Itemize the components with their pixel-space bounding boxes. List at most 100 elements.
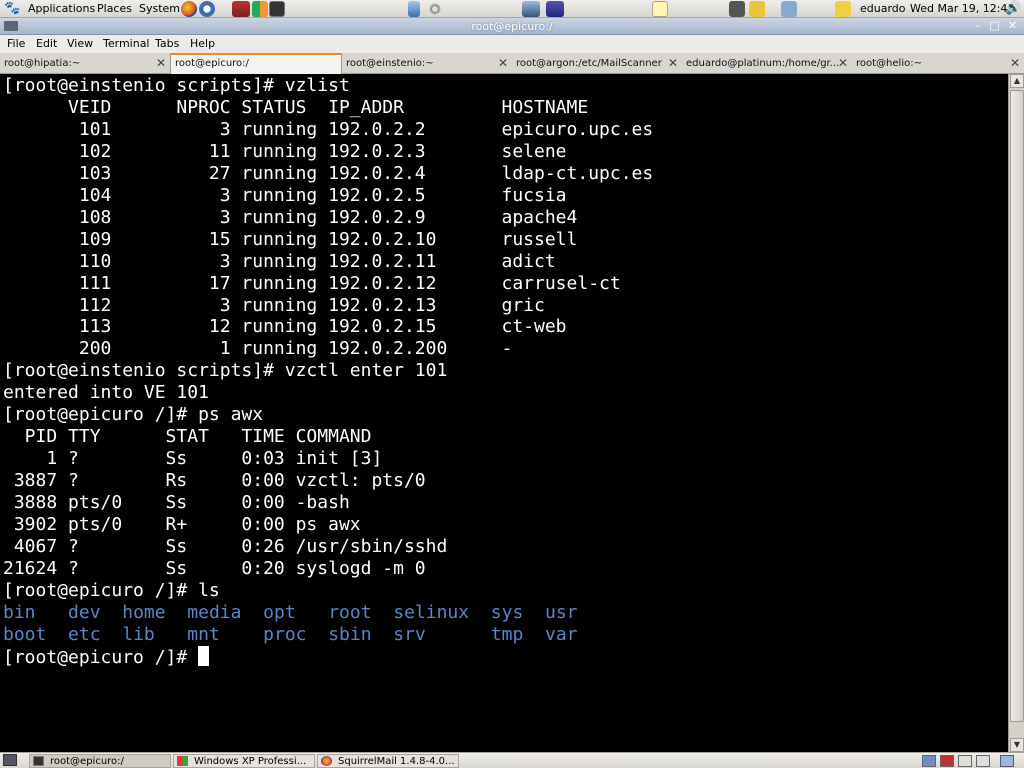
system-menu[interactable]: System: [139, 1, 180, 17]
terminal-line: 21624 ? Ss 0:20 syslogd -m 0: [3, 557, 426, 579]
network-icon[interactable]: [522, 1, 540, 17]
directory-entry: etc: [68, 623, 101, 645]
directory-entry: lib: [122, 623, 155, 645]
applications-menu[interactable]: Applications: [28, 1, 95, 17]
task-squirrelmail[interactable]: SquirrelMail 1.4.8-4.0...: [317, 754, 459, 768]
places-menu[interactable]: Places: [97, 1, 132, 17]
terminal-line: 200 1 running 192.0.2.200 -: [3, 338, 513, 360]
terminal-line: [root@epicuro /]# ls: [3, 579, 220, 601]
scroll-up-icon[interactable]: ▲: [1010, 74, 1024, 88]
terminal-output[interactable]: [root@einstenio scripts]# vzlist VEID NP…: [0, 74, 1008, 752]
close-tab-icon[interactable]: ✕: [1010, 55, 1020, 72]
prompt: [root@epicuro /]#: [3, 646, 199, 668]
terminal-line: 101 3 running 192.0.2.2 epicuro.upc.es: [3, 118, 654, 140]
close-tab-icon[interactable]: ✕: [498, 55, 508, 72]
evolution-icon[interactable]: [199, 1, 215, 17]
tab-hipatia[interactable]: root@hipatia:~ ✕: [0, 55, 170, 73]
directory-entry: sbin: [328, 623, 372, 645]
user-name[interactable]: eduardo: [860, 1, 906, 17]
tab-label: root@helio:~: [856, 58, 922, 69]
terminal-line: 110 3 running 192.0.2.11 adict: [3, 250, 556, 272]
gnome-foot-icon[interactable]: 🐾: [4, 1, 20, 16]
terminal-line: 111 17 running 192.0.2.12 carrusel-ct: [3, 272, 621, 294]
trash-icon[interactable]: [1000, 755, 1014, 767]
close-tab-icon[interactable]: ✕: [156, 55, 166, 72]
terminal-launcher-icon[interactable]: [269, 1, 285, 17]
firefox-icon[interactable]: [181, 1, 197, 17]
vmware-icon: [177, 756, 188, 766]
tab-label: root@epicuro:/: [175, 58, 249, 69]
scrollbar-thumb[interactable]: [1010, 90, 1024, 722]
close-window-icon[interactable]: ✕: [1005, 19, 1020, 33]
terminal-line: [root@einstenio scripts]# vzlist: [3, 75, 350, 96]
menu-view[interactable]: View: [67, 37, 93, 51]
tab-helio[interactable]: root@helio:~ ✕: [852, 55, 1024, 73]
task-label: Windows XP Professi...: [194, 756, 307, 767]
terminal-line: 103 27 running 192.0.2.4 ldap-ct.upc.es: [3, 162, 654, 184]
terminal-line: [root@epicuro /]# ps awx: [3, 404, 264, 426]
workspace-4[interactable]: [976, 755, 990, 767]
directory-entry: root: [328, 601, 372, 623]
workspace-1[interactable]: [922, 755, 936, 767]
settings-gear-icon[interactable]: [428, 1, 442, 17]
terminal-icon: [33, 756, 44, 766]
menu-edit[interactable]: Edit: [36, 37, 57, 51]
clock[interactable]: Wed Mar 19, 12:45: [910, 1, 1014, 17]
directory-entry: srv: [393, 623, 426, 645]
minimize-icon[interactable]: –: [970, 19, 985, 33]
tab-label: eduardo@platinum:/home/gr...: [686, 58, 840, 69]
edit-icon[interactable]: [835, 1, 851, 17]
show-desktop-icon[interactable]: [3, 754, 17, 766]
directory-entry: opt: [263, 601, 296, 623]
ls-output-row: bin dev home media opt root selinux sys …: [3, 602, 578, 623]
updates-icon[interactable]: [408, 1, 420, 17]
menubar: File Edit View Terminal Tabs Help: [0, 35, 1024, 53]
directory-entry: dev: [68, 601, 101, 623]
notes-icon[interactable]: [652, 1, 668, 17]
task-vmware[interactable]: Windows XP Professi...: [173, 754, 315, 768]
text-cursor: [198, 645, 210, 666]
menu-tabs[interactable]: Tabs: [155, 37, 179, 51]
top-panel: 🐾 Applications Places System eduardo Wed…: [0, 0, 1024, 18]
terminal-line: 4067 ? Ss 0:26 /usr/sbin/sshd: [3, 536, 448, 558]
menu-terminal[interactable]: Terminal: [103, 37, 150, 51]
workspace-2[interactable]: [940, 755, 954, 767]
menu-file[interactable]: File: [7, 37, 25, 51]
maximize-icon[interactable]: □: [987, 19, 1002, 33]
directory-entry: bin: [3, 601, 36, 623]
workspace-3[interactable]: [958, 755, 972, 767]
terminal-line: 102 11 running 192.0.2.3 selene: [3, 140, 567, 162]
window-titlebar[interactable]: root@epicuro:/ – □ ✕: [0, 18, 1024, 35]
terminal-line: 112 3 running 192.0.2.13 gric: [3, 294, 545, 316]
directory-entry: media: [187, 601, 242, 623]
tab-einstenio[interactable]: root@einstenio:~ ✕: [342, 55, 512, 73]
camera-icon[interactable]: [729, 1, 745, 17]
close-tab-icon[interactable]: ✕: [838, 55, 848, 72]
tab-label: root@argon:/etc/MailScanner: [516, 58, 662, 69]
terminal-line: [root@einstenio scripts]# vzctl enter 10…: [3, 360, 448, 382]
directory-entry: tmp: [490, 623, 524, 645]
task-terminal[interactable]: root@epicuro:/: [29, 754, 171, 768]
terminal-line: 3888 pts/0 Ss 0:00 -bash: [3, 492, 350, 514]
bottom-panel: root@epicuro:/ Windows XP Professi... Sq…: [0, 752, 1024, 768]
tools-icon[interactable]: [232, 1, 250, 17]
copy-icon[interactable]: [781, 1, 797, 17]
menu-help[interactable]: Help: [190, 37, 215, 51]
tab-platinum[interactable]: eduardo@platinum:/home/gr... ✕: [682, 55, 852, 73]
directory-entry: selinux: [393, 601, 470, 623]
ls-output-row: boot etc lib mnt proc sbin srv tmp var: [3, 624, 578, 645]
lock-icon[interactable]: [749, 1, 765, 17]
window-title: root@epicuro:/: [471, 20, 553, 33]
volume-icon[interactable]: 🔊: [1005, 1, 1021, 17]
terminal-scrollbar[interactable]: ▲ ▼: [1008, 74, 1024, 752]
firefox-icon: [321, 756, 332, 766]
screen-icon[interactable]: [546, 1, 564, 17]
terminal-line: 3887 ? Rs 0:00 vzctl: pts/0: [3, 470, 426, 492]
office-icon[interactable]: [252, 1, 268, 17]
tab-argon[interactable]: root@argon:/etc/MailScanner ✕: [512, 55, 682, 73]
close-tab-icon[interactable]: ✕: [668, 55, 678, 72]
scroll-down-icon[interactable]: ▼: [1010, 738, 1024, 752]
tab-label: root@hipatia:~: [4, 58, 81, 69]
directory-entry: home: [122, 601, 166, 623]
tab-epicuro[interactable]: root@epicuro:/: [170, 53, 342, 74]
